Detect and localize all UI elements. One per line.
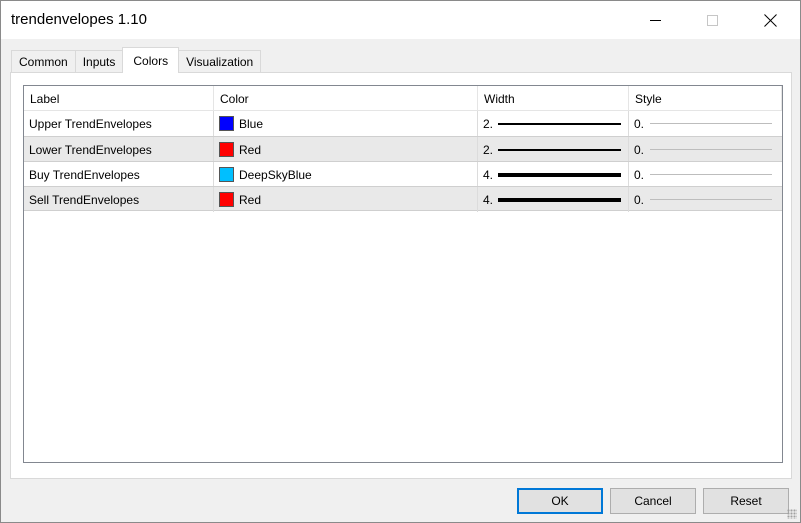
cancel-button[interactable]: Cancel [610,488,696,514]
column-header-width[interactable]: Width [478,86,629,111]
tab-colors[interactable]: Colors [122,47,180,73]
colors-panel: Label Color Width Style Upper TrendEnvel… [10,72,792,479]
color-swatch [219,142,234,157]
column-header-color[interactable]: Color [214,86,478,111]
width-value: 4. [483,167,494,182]
window-title: trendenvelopes 1.10 [11,11,147,28]
table-row[interactable]: Buy TrendEnvelopes DeepSkyBlue 4. 0. [24,161,782,187]
dialog-window: trendenvelopes 1.10 Common Inputs Colors… [0,0,801,523]
style-value: 0. [634,116,645,131]
style-value: 0. [634,167,645,182]
minimize-icon [649,19,661,21]
table-row[interactable]: Upper TrendEnvelopes Blue 2. 0. [24,111,782,136]
close-button[interactable] [747,1,793,39]
row-color-picker[interactable]: Red [214,187,478,212]
row-label: Upper TrendEnvelopes [24,111,214,136]
table-row[interactable]: Lower TrendEnvelopes Red 2. 0. [24,136,782,162]
color-swatch [219,167,234,182]
width-value: 2. [483,142,494,157]
color-name: Blue [239,116,264,131]
row-style-picker[interactable]: 0. [629,162,782,187]
row-color-picker[interactable]: Blue [214,111,478,136]
tab-common[interactable]: Common [11,50,76,73]
row-style-picker[interactable]: 0. [629,111,782,136]
list-header: Label Color Width Style [24,86,782,111]
column-header-style[interactable]: Style [629,86,782,111]
close-icon [764,14,777,27]
ok-button[interactable]: OK [517,488,603,514]
row-label: Sell TrendEnvelopes [24,187,214,212]
color-name: Red [239,142,262,157]
width-line-preview [498,197,621,202]
table-row[interactable]: Sell TrendEnvelopes Red 4. 0. [24,186,782,212]
colors-list: Label Color Width Style Upper TrendEnvel… [23,85,783,463]
style-line-preview [650,174,773,175]
row-style-picker[interactable]: 0. [629,137,782,162]
style-value: 0. [634,192,645,207]
color-name: Red [239,192,262,207]
tab-visualization[interactable]: Visualization [178,50,262,73]
row-color-picker[interactable]: Red [214,137,478,162]
width-value: 2. [483,116,494,131]
color-swatch [219,116,234,131]
maximize-button[interactable] [689,1,735,39]
width-line-preview [498,148,621,151]
row-label: Buy TrendEnvelopes [24,162,214,187]
resize-grip-icon[interactable] [787,509,797,519]
title-bar: trendenvelopes 1.10 [1,1,800,39]
style-value: 0. [634,142,645,157]
tab-strip: Common Inputs Colors Visualization [11,47,262,73]
reset-button[interactable]: Reset [703,488,789,514]
minimize-button[interactable] [632,1,678,39]
column-header-label[interactable]: Label [24,86,214,111]
style-line-preview [650,149,773,150]
style-line-preview [650,199,773,200]
maximize-icon [706,14,718,26]
row-color-picker[interactable]: DeepSkyBlue [214,162,478,187]
color-name: DeepSkyBlue [239,167,312,182]
width-line-preview [498,172,621,177]
color-swatch [219,192,234,207]
tab-inputs[interactable]: Inputs [74,50,124,73]
row-width-picker[interactable]: 2. [478,137,629,162]
width-value: 4. [483,192,494,207]
row-width-picker[interactable]: 4. [478,187,629,212]
width-line-preview [498,122,621,125]
style-line-preview [650,123,773,124]
row-style-picker[interactable]: 0. [629,187,782,212]
row-label: Lower TrendEnvelopes [24,137,214,162]
row-width-picker[interactable]: 4. [478,162,629,187]
row-width-picker[interactable]: 2. [478,111,629,136]
